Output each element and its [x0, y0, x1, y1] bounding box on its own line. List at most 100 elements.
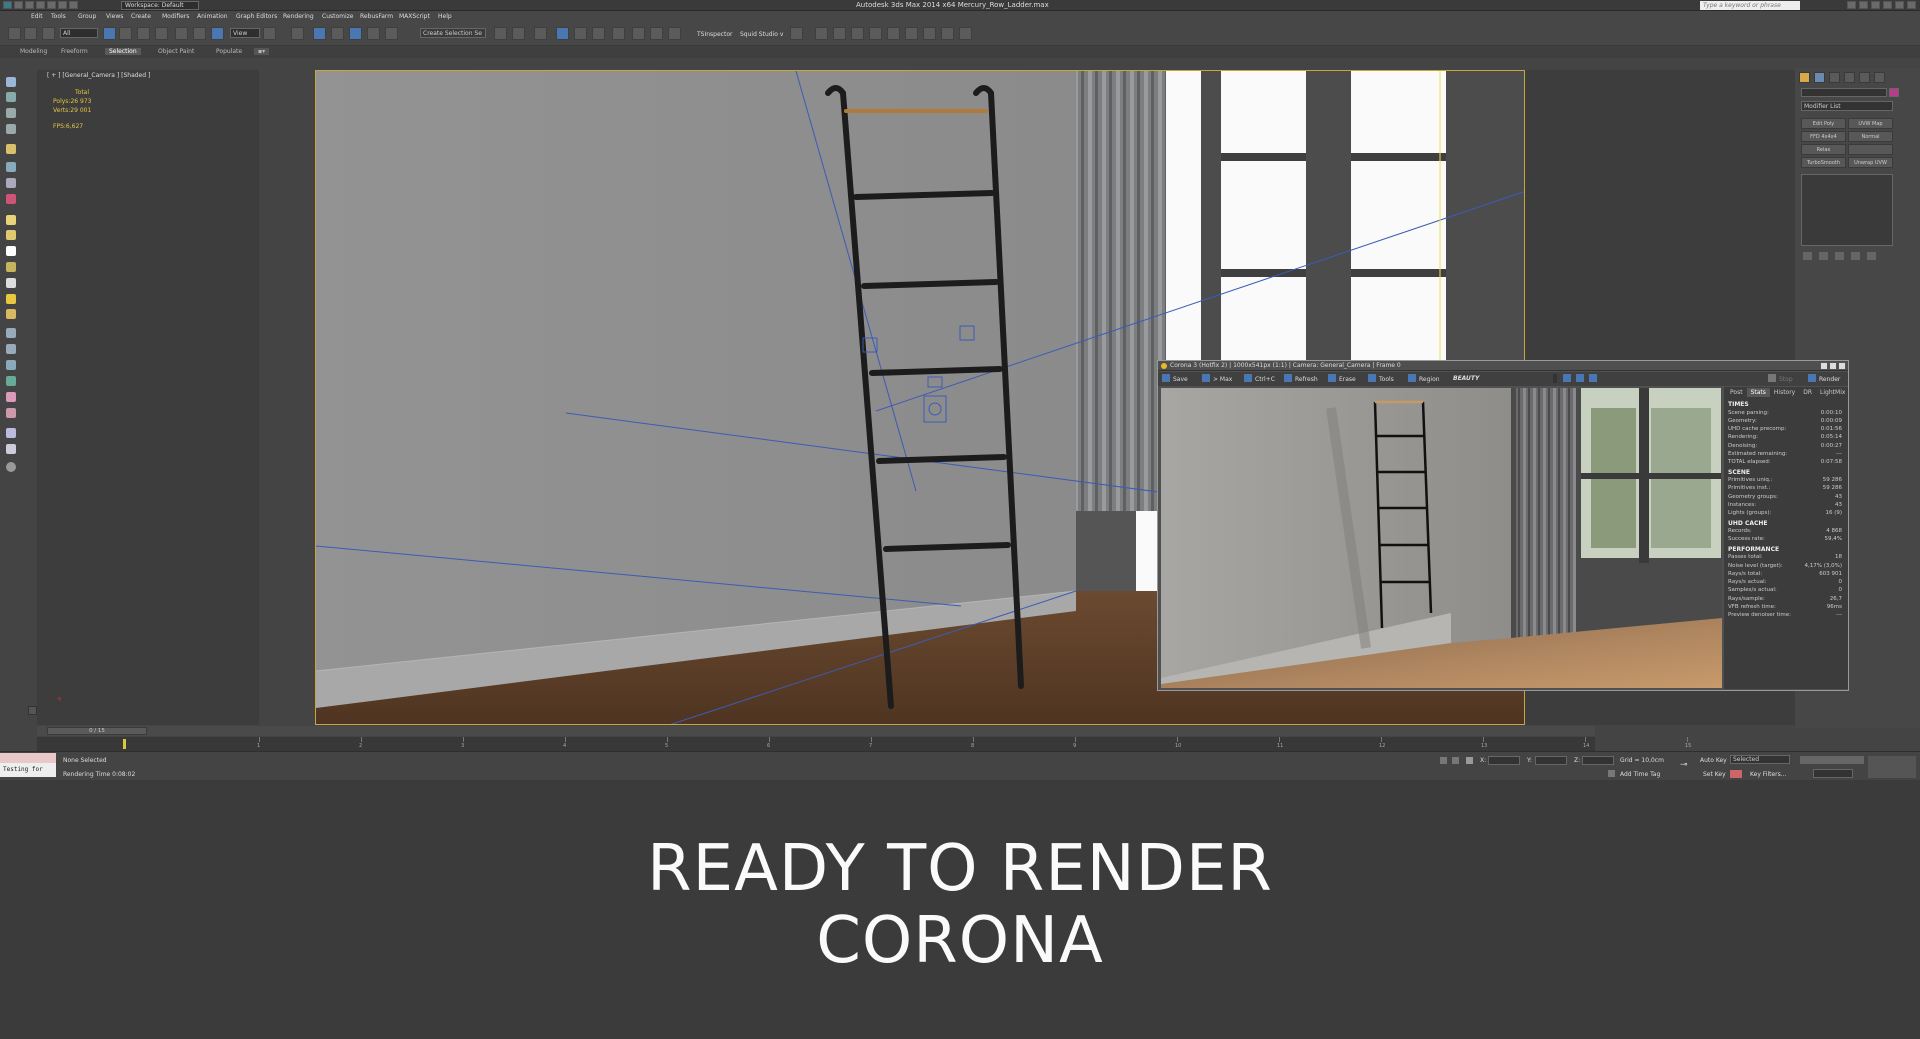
turbosmooth-button[interactable]: TurboSmooth — [1801, 157, 1846, 168]
grid-icon[interactable] — [6, 444, 16, 454]
rendered-image[interactable] — [1161, 388, 1722, 688]
hierarchy-tab-icon[interactable] — [1829, 72, 1840, 83]
rectangular-selection-icon[interactable] — [137, 27, 150, 40]
bind-space-warp-icon[interactable] — [42, 27, 55, 40]
ffd-button[interactable]: FFD 4x4x4 — [1801, 131, 1846, 142]
redo-icon[interactable] — [58, 1, 67, 9]
space-warp-icon[interactable] — [6, 194, 16, 204]
tab-lightmix[interactable]: LightMix — [1816, 388, 1849, 397]
vfb-max-button[interactable]: > Max — [1202, 374, 1232, 384]
viewport-navigation-controls[interactable] — [1868, 756, 1916, 778]
keyboard-shortcut-override-icon[interactable] — [313, 27, 326, 40]
normal-button[interactable]: Normal — [1848, 131, 1893, 142]
cone-icon[interactable] — [6, 278, 16, 288]
vfb-copy-button[interactable]: Ctrl+C — [1244, 374, 1275, 384]
menu-rendering[interactable]: Rendering — [283, 13, 314, 20]
sphere-icon[interactable] — [6, 230, 16, 240]
rendered-frame-window-icon[interactable] — [650, 27, 663, 40]
project-folder-icon[interactable] — [69, 1, 78, 9]
vfb-maximize-icon[interactable] — [1829, 362, 1837, 370]
menu-help[interactable]: Help — [438, 13, 452, 20]
set-key-icon[interactable] — [1730, 770, 1742, 778]
vfb-pass-dropdown[interactable]: BEAUTY — [1453, 374, 1479, 383]
auto-key-button[interactable]: Auto Key — [1700, 757, 1727, 764]
help-circle-icon[interactable] — [6, 462, 16, 472]
rotate-icon[interactable] — [193, 27, 206, 40]
vfb-save-button[interactable]: Save — [1162, 374, 1188, 384]
snaps-toggle-icon[interactable] — [331, 27, 344, 40]
remove-modifier-icon[interactable] — [1851, 252, 1860, 260]
isolate-icon[interactable] — [1440, 757, 1447, 764]
track-bar[interactable]: 1 2 3 4 5 6 7 8 9 10 11 12 13 14 15 — [37, 737, 1691, 751]
undo-icon[interactable] — [47, 1, 56, 9]
zoom-in-icon[interactable] — [1563, 374, 1571, 382]
key-icon[interactable]: ⊸ — [1680, 760, 1688, 770]
display-tab-icon[interactable] — [1859, 72, 1870, 83]
maximize-icon[interactable] — [1895, 1, 1904, 9]
modify-panel-icon[interactable] — [6, 92, 16, 102]
viewport-layout-icon[interactable] — [28, 706, 37, 715]
vfb-pass-arrow[interactable] — [1553, 374, 1557, 383]
align-icon[interactable] — [512, 27, 525, 40]
app-menu-icon[interactable] — [3, 1, 12, 9]
tab-object-paint[interactable]: Object Paint — [154, 48, 198, 55]
vfb-region-button[interactable]: Region — [1408, 374, 1440, 384]
tab-post[interactable]: Post — [1726, 388, 1747, 397]
corona-light-icon[interactable] — [869, 27, 882, 40]
tab-stats[interactable]: Stats — [1746, 388, 1770, 397]
menu-customize[interactable]: Customize — [322, 13, 354, 20]
tab-history[interactable]: History — [1770, 388, 1799, 397]
key-selection-dropdown[interactable]: Selected — [1730, 755, 1790, 764]
time-tag-icon[interactable] — [1608, 770, 1615, 777]
schematic-view-icon[interactable] — [592, 27, 605, 40]
folder-icon[interactable] — [905, 27, 918, 40]
utility-sphere-icon[interactable] — [6, 428, 16, 438]
motion-panel-icon[interactable] — [6, 124, 16, 134]
utilities-tab-icon[interactable] — [1874, 72, 1885, 83]
pin-stack-icon[interactable] — [1803, 252, 1812, 260]
cylinder-icon[interactable] — [6, 246, 16, 256]
time-slider[interactable]: 0 / 15 — [37, 726, 1595, 736]
light-icon[interactable] — [6, 144, 16, 154]
menu-tools[interactable]: Tools — [51, 13, 66, 20]
motion-tab-icon[interactable] — [1844, 72, 1855, 83]
vfb-minimize-icon[interactable] — [1820, 362, 1828, 370]
zoom-out-icon[interactable] — [1576, 374, 1584, 382]
corona-icon[interactable] — [790, 27, 803, 40]
named-selection-set-dropdown[interactable]: Create Selection Se — [420, 28, 486, 38]
snapshot-icon[interactable] — [6, 360, 16, 370]
teapot-icon[interactable] — [6, 309, 16, 319]
corona-material-icon[interactable] — [851, 27, 864, 40]
vfb-tools-button[interactable]: Tools — [1368, 374, 1394, 384]
tab-selection[interactable]: Selection — [105, 48, 141, 55]
star-icon[interactable] — [1859, 1, 1868, 9]
spinner-snap-icon[interactable] — [385, 27, 398, 40]
x-coordinate-input[interactable] — [1488, 756, 1520, 765]
add-time-tag-button[interactable]: Add Time Tag — [1620, 771, 1660, 778]
tab-freeform[interactable]: Freeform — [57, 48, 92, 55]
select-manipulate-icon[interactable] — [291, 27, 304, 40]
playback-controls[interactable] — [1800, 756, 1864, 764]
mirror-icon[interactable] — [494, 27, 507, 40]
current-frame-input[interactable] — [1813, 769, 1853, 778]
ribbon-options-icon[interactable]: ▪▾ — [254, 48, 270, 55]
vfb-refresh-button[interactable]: Refresh — [1284, 374, 1318, 384]
vfb-close-icon[interactable] — [1838, 362, 1846, 370]
key-filters-button[interactable]: Key Filters... — [1750, 771, 1787, 778]
modify-tab-icon[interactable] — [1814, 72, 1825, 83]
material-editor-icon[interactable] — [612, 27, 625, 40]
sun-icon[interactable] — [6, 294, 16, 304]
tab-modeling[interactable]: Modeling — [16, 48, 51, 55]
helper-icon[interactable] — [6, 178, 16, 188]
uvw-map-button[interactable]: UVW Map — [1848, 118, 1893, 129]
empty-modifier-button[interactable] — [1848, 144, 1893, 155]
maxscript-input[interactable]: Testing for — [3, 766, 43, 773]
select-by-name-icon[interactable] — [119, 27, 132, 40]
time-slider-thumb[interactable]: 0 / 15 — [47, 727, 147, 735]
help-search-input[interactable]: Type a keyword or phrase — [1700, 1, 1800, 10]
create-panel-icon[interactable] — [6, 77, 16, 87]
menu-group[interactable]: Group — [78, 13, 96, 20]
curve-editor-icon[interactable] — [574, 27, 587, 40]
tab-populate[interactable]: Populate — [212, 48, 246, 55]
layer-manager-icon[interactable] — [534, 27, 547, 40]
